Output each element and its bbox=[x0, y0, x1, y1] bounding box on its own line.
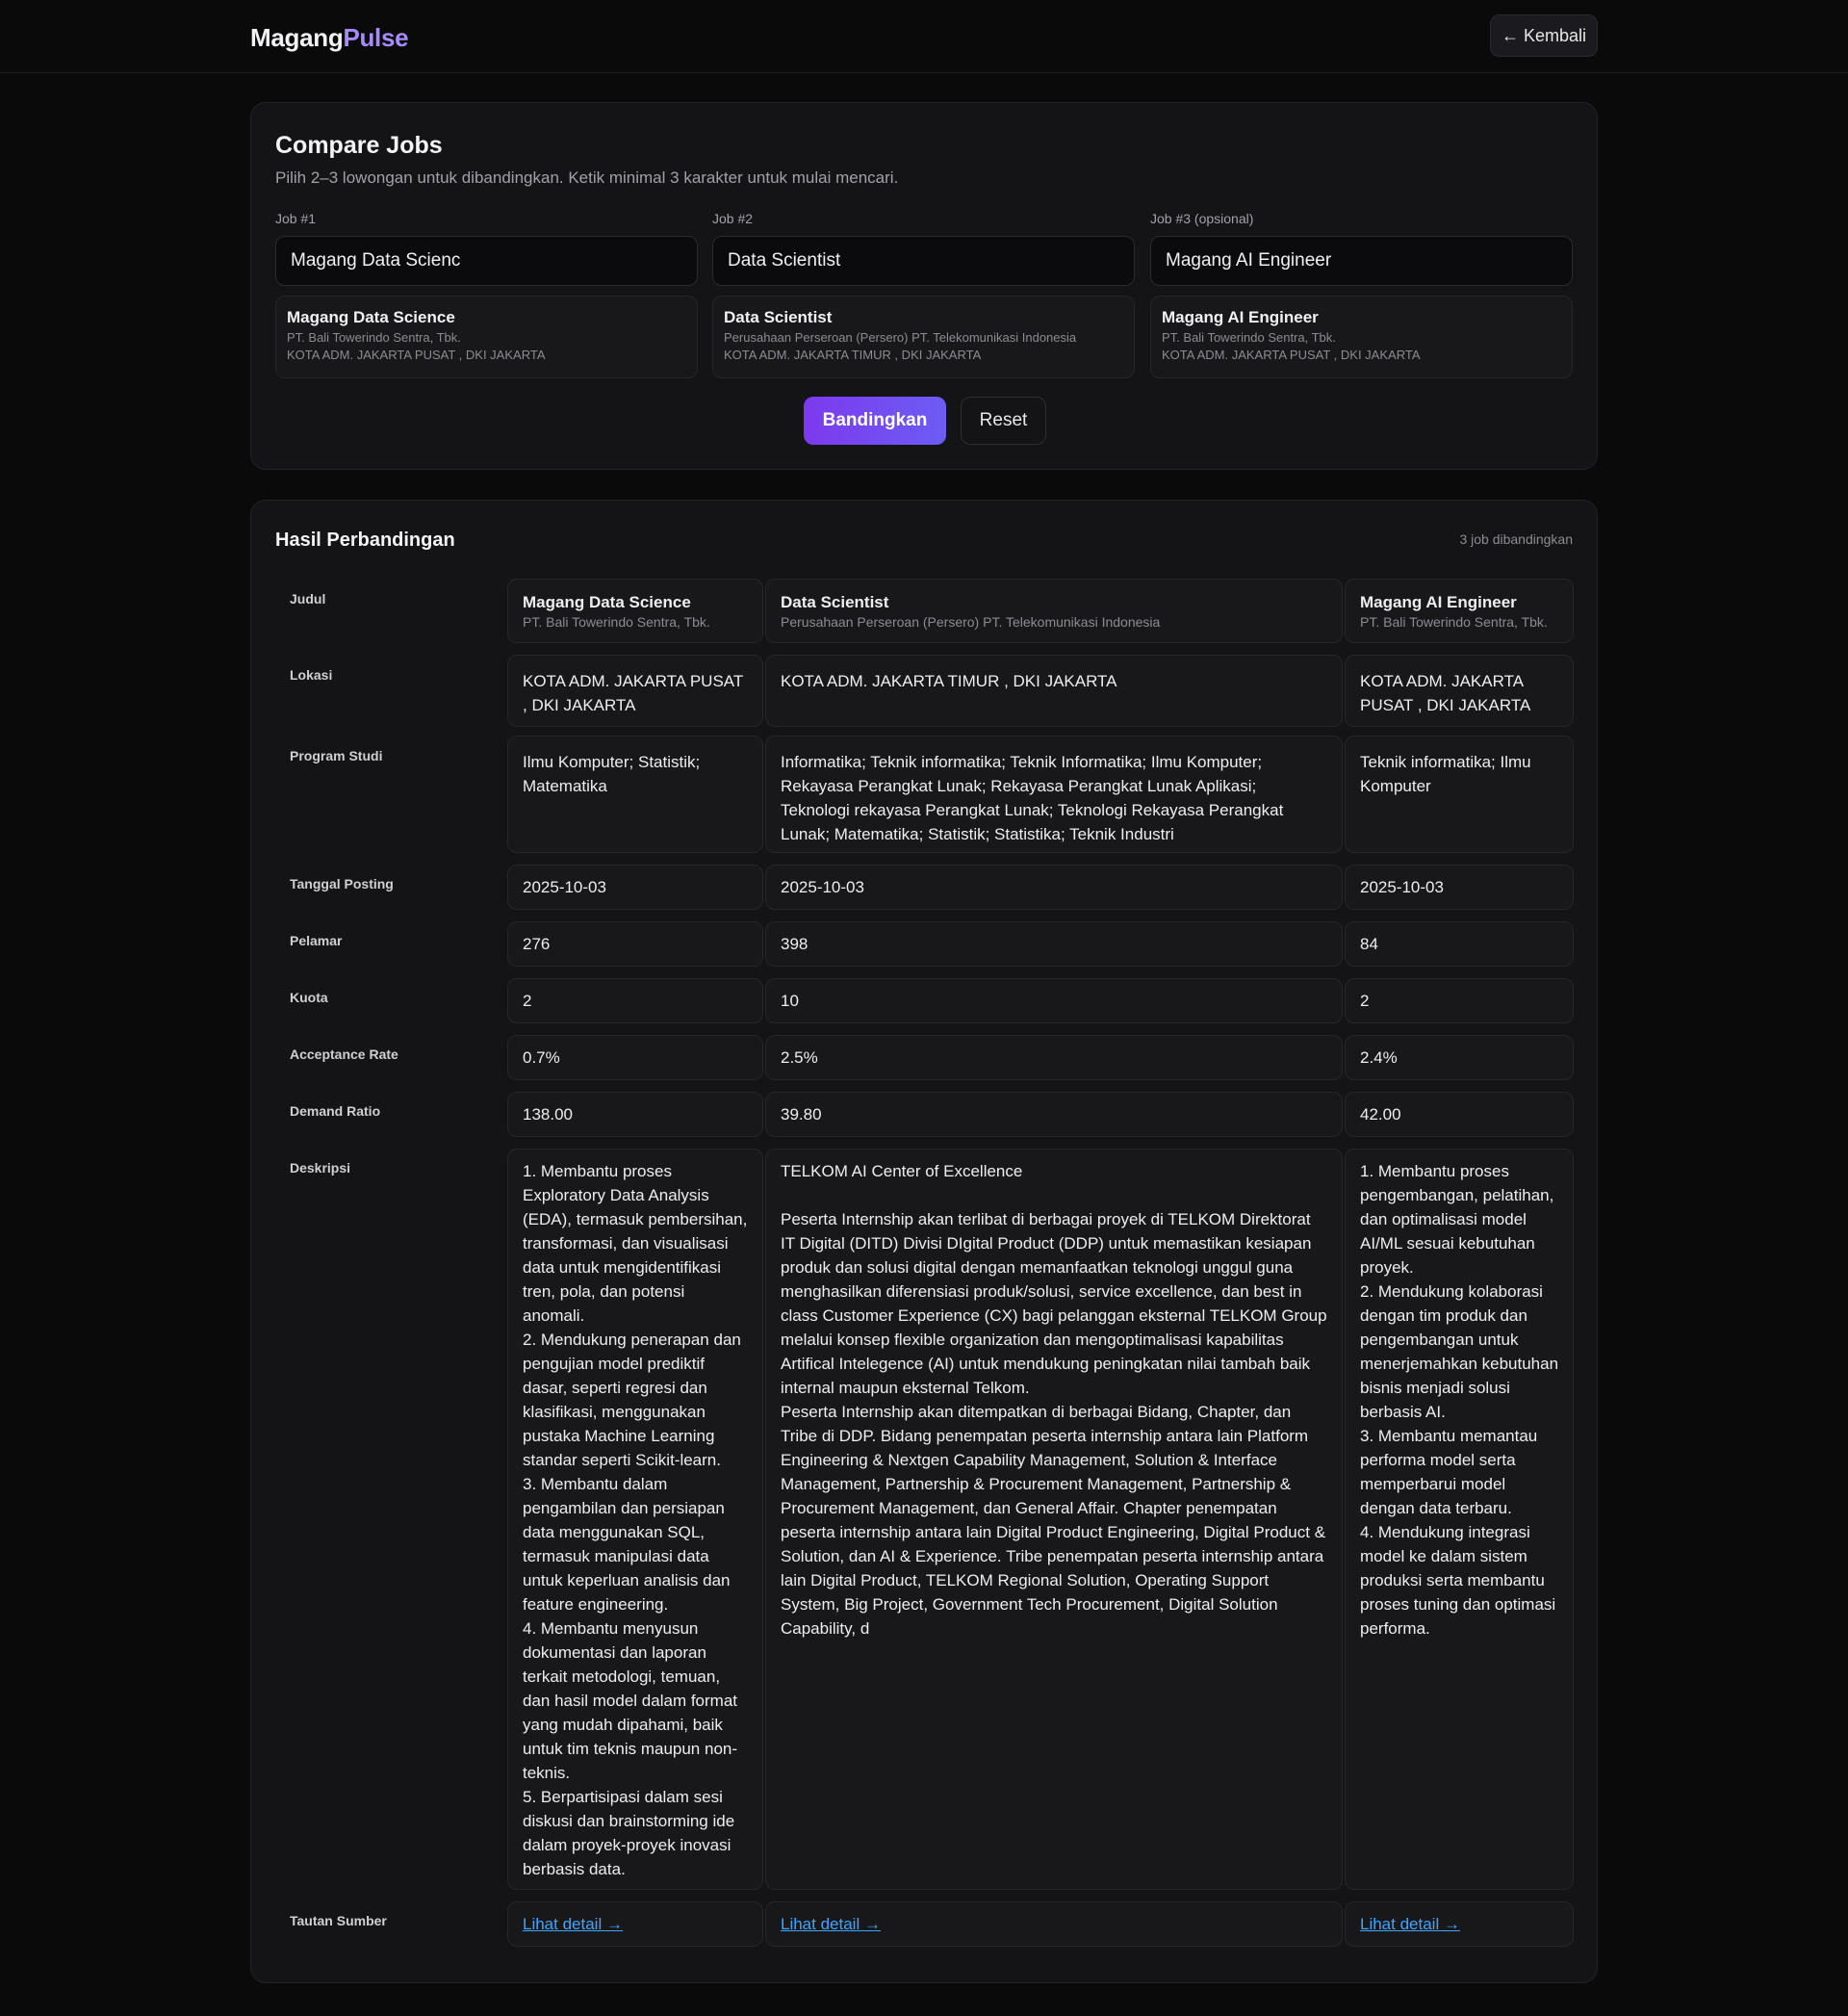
source-link-cell: Lihat detail → bbox=[507, 1901, 763, 1947]
selected-job-title: Magang Data Science bbox=[287, 308, 455, 326]
program-cell: Informatika; Teknik informatika; Teknik … bbox=[765, 736, 1343, 853]
brand-name-part2: Pulse bbox=[343, 23, 409, 52]
job-2-search-input[interactable] bbox=[712, 236, 1135, 286]
description-cell: 1. Membantu proses pengembangan, pelatih… bbox=[1345, 1149, 1574, 1890]
quota-cell: 2 bbox=[507, 978, 763, 1023]
title-cell: Magang Data Science PT. Bali Towerindo S… bbox=[507, 579, 763, 643]
program-cell: Teknik informatika; Ilmu Komputer bbox=[1345, 736, 1574, 853]
job-slot-label: Job #1 bbox=[275, 211, 317, 226]
job-slot-label: Job #3 (opsional) bbox=[1150, 211, 1254, 226]
row-label-quota: Kuota bbox=[290, 990, 328, 1005]
title-cell: Data Scientist Perusahaan Perseroan (Per… bbox=[765, 579, 1343, 643]
job-slot-3: Job #3 (opsional) Magang AI Engineer PT.… bbox=[1150, 211, 1573, 378]
job-slot-1: Job #1 Magang Data Science PT. Bali Towe… bbox=[275, 211, 698, 378]
row-label-applicants: Pelamar bbox=[290, 933, 343, 948]
selected-job-company: Perusahaan Perseroan (Persero) PT. Telek… bbox=[724, 330, 1077, 345]
compare-jobs-card: Compare Jobs Pilih 2–3 lowongan untuk di… bbox=[250, 102, 1598, 470]
selected-job-company: PT. Bali Towerindo Sentra, Tbk. bbox=[287, 330, 461, 345]
selected-job-card-2[interactable]: Data Scientist Perusahaan Perseroan (Per… bbox=[712, 296, 1135, 378]
row-label-acceptance: Acceptance Rate bbox=[290, 1047, 398, 1062]
demand-ratio-cell: 138.00 bbox=[507, 1092, 763, 1137]
row-label-title: Judul bbox=[290, 591, 326, 607]
comparison-results-card: Hasil Perbandingan 3 job dibandingkan Ju… bbox=[250, 500, 1598, 1983]
compare-title: Compare Jobs bbox=[275, 132, 443, 159]
selected-job-company: PT. Bali Towerindo Sentra, Tbk. bbox=[1162, 330, 1336, 345]
program-cell: Ilmu Komputer; Statistik; Matematika bbox=[507, 736, 763, 853]
title-cell: Magang AI Engineer PT. Bali Towerindo Se… bbox=[1345, 579, 1574, 643]
selected-job-title: Data Scientist bbox=[724, 308, 833, 326]
posted-date-cell: 2025-10-03 bbox=[507, 865, 763, 910]
row-label-program: Program Studi bbox=[290, 748, 383, 763]
quota-cell: 10 bbox=[765, 978, 1343, 1023]
location-cell: KOTA ADM. JAKARTA PUSAT , DKI JAKARTA bbox=[1345, 655, 1574, 727]
job-company: Perusahaan Perseroan (Persero) PT. Telek… bbox=[781, 614, 1161, 630]
location-cell: KOTA ADM. JAKARTA TIMUR , DKI JAKARTA bbox=[765, 655, 1343, 727]
location-cell: KOTA ADM. JAKARTA PUSAT , DKI JAKARTA bbox=[507, 655, 763, 727]
acceptance-rate-cell: 2.4% bbox=[1345, 1035, 1574, 1080]
posted-date-cell: 2025-10-03 bbox=[1345, 865, 1574, 910]
description-cell: TELKOM AI Center of Excellence Peserta I… bbox=[765, 1149, 1343, 1890]
applicants-cell: 276 bbox=[507, 921, 763, 967]
job-title: Magang AI Engineer bbox=[1360, 593, 1517, 611]
selected-job-card-3[interactable]: Magang AI Engineer PT. Bali Towerindo Se… bbox=[1150, 296, 1573, 378]
job-title: Data Scientist bbox=[781, 593, 889, 611]
quota-cell: 2 bbox=[1345, 978, 1574, 1023]
job-company: PT. Bali Towerindo Sentra, Tbk. bbox=[523, 614, 710, 630]
results-count: 3 job dibandingkan bbox=[1459, 531, 1573, 547]
posted-date-cell: 2025-10-03 bbox=[765, 865, 1343, 910]
job-title: Magang Data Science bbox=[523, 593, 691, 611]
acceptance-rate-cell: 2.5% bbox=[765, 1035, 1343, 1080]
source-link-cell: Lihat detail → bbox=[1345, 1901, 1574, 1947]
row-label-demand: Demand Ratio bbox=[290, 1103, 381, 1119]
applicants-cell: 398 bbox=[765, 921, 1343, 967]
demand-ratio-cell: 42.00 bbox=[1345, 1092, 1574, 1137]
brand-logo[interactable]: MagangPulse bbox=[250, 23, 409, 53]
compare-subtitle: Pilih 2–3 lowongan untuk dibandingkan. K… bbox=[275, 168, 899, 187]
description-cell: 1. Membantu proses Exploratory Data Anal… bbox=[507, 1149, 763, 1890]
reset-button[interactable]: Reset bbox=[961, 397, 1046, 445]
back-button[interactable]: ← Kembali bbox=[1490, 14, 1598, 57]
row-label-location: Lokasi bbox=[290, 667, 333, 683]
brand-name-part1: Magang bbox=[250, 23, 344, 52]
compare-button[interactable]: Bandingkan bbox=[804, 397, 946, 445]
selected-job-location: KOTA ADM. JAKARTA PUSAT , DKI JAKARTA bbox=[1162, 348, 1421, 362]
row-label-posted: Tanggal Posting bbox=[290, 876, 394, 892]
row-label-source: Tautan Sumber bbox=[290, 1913, 387, 1928]
job-detail-link[interactable]: Lihat detail → bbox=[1360, 1915, 1460, 1933]
selected-job-title: Magang AI Engineer bbox=[1162, 308, 1319, 326]
selected-job-location: KOTA ADM. JAKARTA PUSAT , DKI JAKARTA bbox=[287, 348, 546, 362]
demand-ratio-cell: 39.80 bbox=[765, 1092, 1343, 1137]
applicants-cell: 84 bbox=[1345, 921, 1574, 967]
job-company: PT. Bali Towerindo Sentra, Tbk. bbox=[1360, 614, 1548, 630]
job-detail-link[interactable]: Lihat detail → bbox=[523, 1915, 623, 1933]
job-slot-2: Job #2 Data Scientist Perusahaan Persero… bbox=[712, 211, 1135, 378]
selected-job-location: KOTA ADM. JAKARTA TIMUR , DKI JAKARTA bbox=[724, 348, 982, 362]
row-label-description: Deskripsi bbox=[290, 1160, 351, 1176]
job-3-search-input[interactable] bbox=[1150, 236, 1573, 286]
results-title: Hasil Perbandingan bbox=[275, 530, 455, 551]
selected-job-card-1[interactable]: Magang Data Science PT. Bali Towerindo S… bbox=[275, 296, 698, 378]
job-detail-link[interactable]: Lihat detail → bbox=[781, 1915, 881, 1933]
source-link-cell: Lihat detail → bbox=[765, 1901, 1343, 1947]
top-bar: MagangPulse ← Kembali bbox=[0, 0, 1848, 73]
job-1-search-input[interactable] bbox=[275, 236, 698, 286]
acceptance-rate-cell: 0.7% bbox=[507, 1035, 763, 1080]
job-slot-label: Job #2 bbox=[712, 211, 754, 226]
